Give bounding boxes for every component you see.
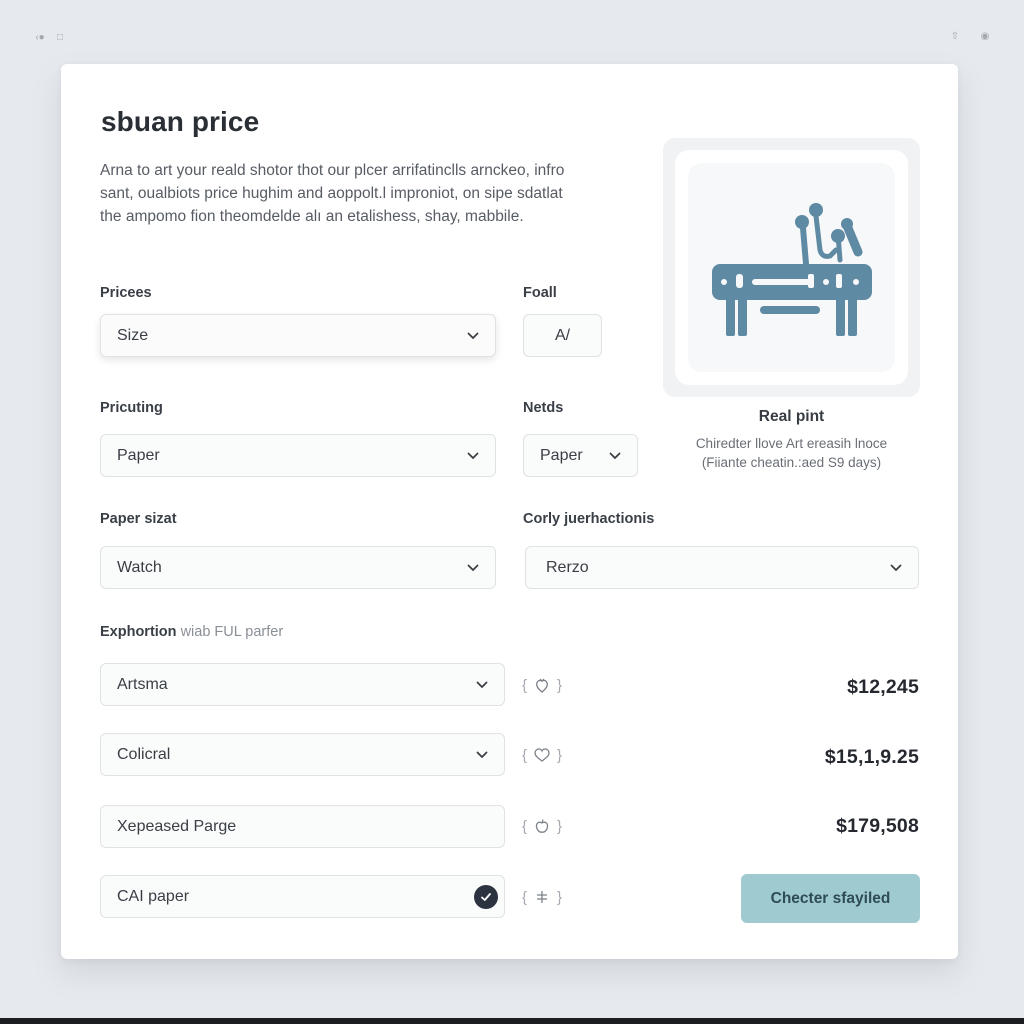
pricuting-select-value: Paper: [117, 446, 160, 464]
option-row-1-icon-button[interactable]: { }: [522, 675, 562, 695]
checkmark-icon[interactable]: [474, 884, 498, 909]
corly-label: Corly juerhactionis: [523, 511, 655, 527]
prices-label: Pricees: [100, 285, 152, 301]
netds-select-value: Paper: [540, 446, 583, 464]
chevron-down-icon: [467, 562, 479, 574]
netds-label: Netds: [523, 400, 564, 416]
option-row-3-value: Xepeased Parge: [117, 817, 237, 835]
option-row-1-select[interactable]: Artsma: [100, 663, 505, 706]
options-label-muted: wiab FUL parfer: [180, 624, 284, 640]
chevron-down-icon: [476, 679, 488, 691]
option-row-2-icon-button[interactable]: { }: [522, 745, 562, 765]
heart-icon: [533, 746, 551, 764]
workbench-tools-icon: [711, 202, 872, 336]
profile-icon[interactable]: ◉: [980, 32, 990, 42]
option-row-1-value: Artsma: [117, 675, 168, 693]
back-icon[interactable]: ‹●: [35, 33, 45, 43]
prices-select[interactable]: Size: [100, 314, 496, 357]
chevron-down-icon: [476, 749, 488, 761]
option-row-4-value: CAI paper: [117, 887, 190, 905]
page-description: Arna to art your reald shotor thot our p…: [100, 162, 565, 225]
options-label: Exphortion wiab FUL parfer: [100, 624, 284, 640]
option-row-3-price: $179,508: [836, 815, 919, 837]
chevron-down-icon: [609, 450, 621, 462]
corly-select-value: Rerzo: [546, 558, 589, 576]
plus-minus-icon: [533, 888, 551, 906]
paper-size-select-value: Watch: [117, 558, 162, 576]
window-controls-right: ⇧ ◉: [950, 32, 990, 42]
foall-input[interactable]: A/: [523, 314, 602, 357]
product-name: Real pint: [758, 408, 825, 425]
share-icon[interactable]: ⇧: [950, 32, 960, 42]
checkout-button[interactable]: Checter sfayiled: [741, 874, 920, 923]
window-icon[interactable]: □: [55, 33, 65, 43]
product-subtitle-line1: Chiredter llove Art ereasih lnoce: [695, 436, 888, 451]
option-row-2-value: Colicral: [117, 745, 171, 763]
chevron-down-icon: [890, 562, 902, 574]
product-subtitle-line2: (Fiiante cheatin.:aed S9 days): [701, 455, 882, 470]
product-image-frame: [663, 138, 920, 397]
strawberry-icon: [533, 676, 551, 694]
option-row-1-price: $12,245: [847, 676, 919, 698]
taskbar: [0, 1018, 1024, 1024]
paper-size-select[interactable]: Watch: [100, 546, 496, 589]
paper-size-label: Paper sizat: [100, 511, 177, 527]
corly-select[interactable]: Rerzo: [525, 546, 919, 589]
option-row-4-icon-button[interactable]: { }: [522, 887, 562, 907]
page-title: sbuan price: [101, 106, 260, 137]
option-row-4-input[interactable]: CAI paper: [100, 875, 505, 918]
pricuting-label: Pricuting: [100, 400, 163, 416]
pricing-card: sbuan price Arna to art your reald shoto…: [61, 64, 958, 959]
foall-input-value: A/: [554, 326, 571, 344]
option-row-3-icon-button[interactable]: { }: [522, 816, 562, 836]
prices-select-value: Size: [117, 326, 149, 344]
foall-label: Foall: [523, 285, 557, 301]
option-row-2-select[interactable]: Colicral: [100, 733, 505, 776]
option-row-3-input[interactable]: Xepeased Parge: [100, 805, 505, 848]
apple-icon: [533, 817, 551, 835]
chevron-down-icon: [467, 330, 479, 342]
window-controls-left: ‹● □: [35, 33, 65, 43]
product-subtitle: Chiredter llove Art ereasih lnoce (Fiian…: [663, 434, 920, 472]
pricuting-select[interactable]: Paper: [100, 434, 496, 477]
option-row-2-price: $15,1,9.25: [824, 746, 919, 768]
chevron-down-icon: [467, 450, 479, 462]
netds-select[interactable]: Paper: [523, 434, 638, 477]
